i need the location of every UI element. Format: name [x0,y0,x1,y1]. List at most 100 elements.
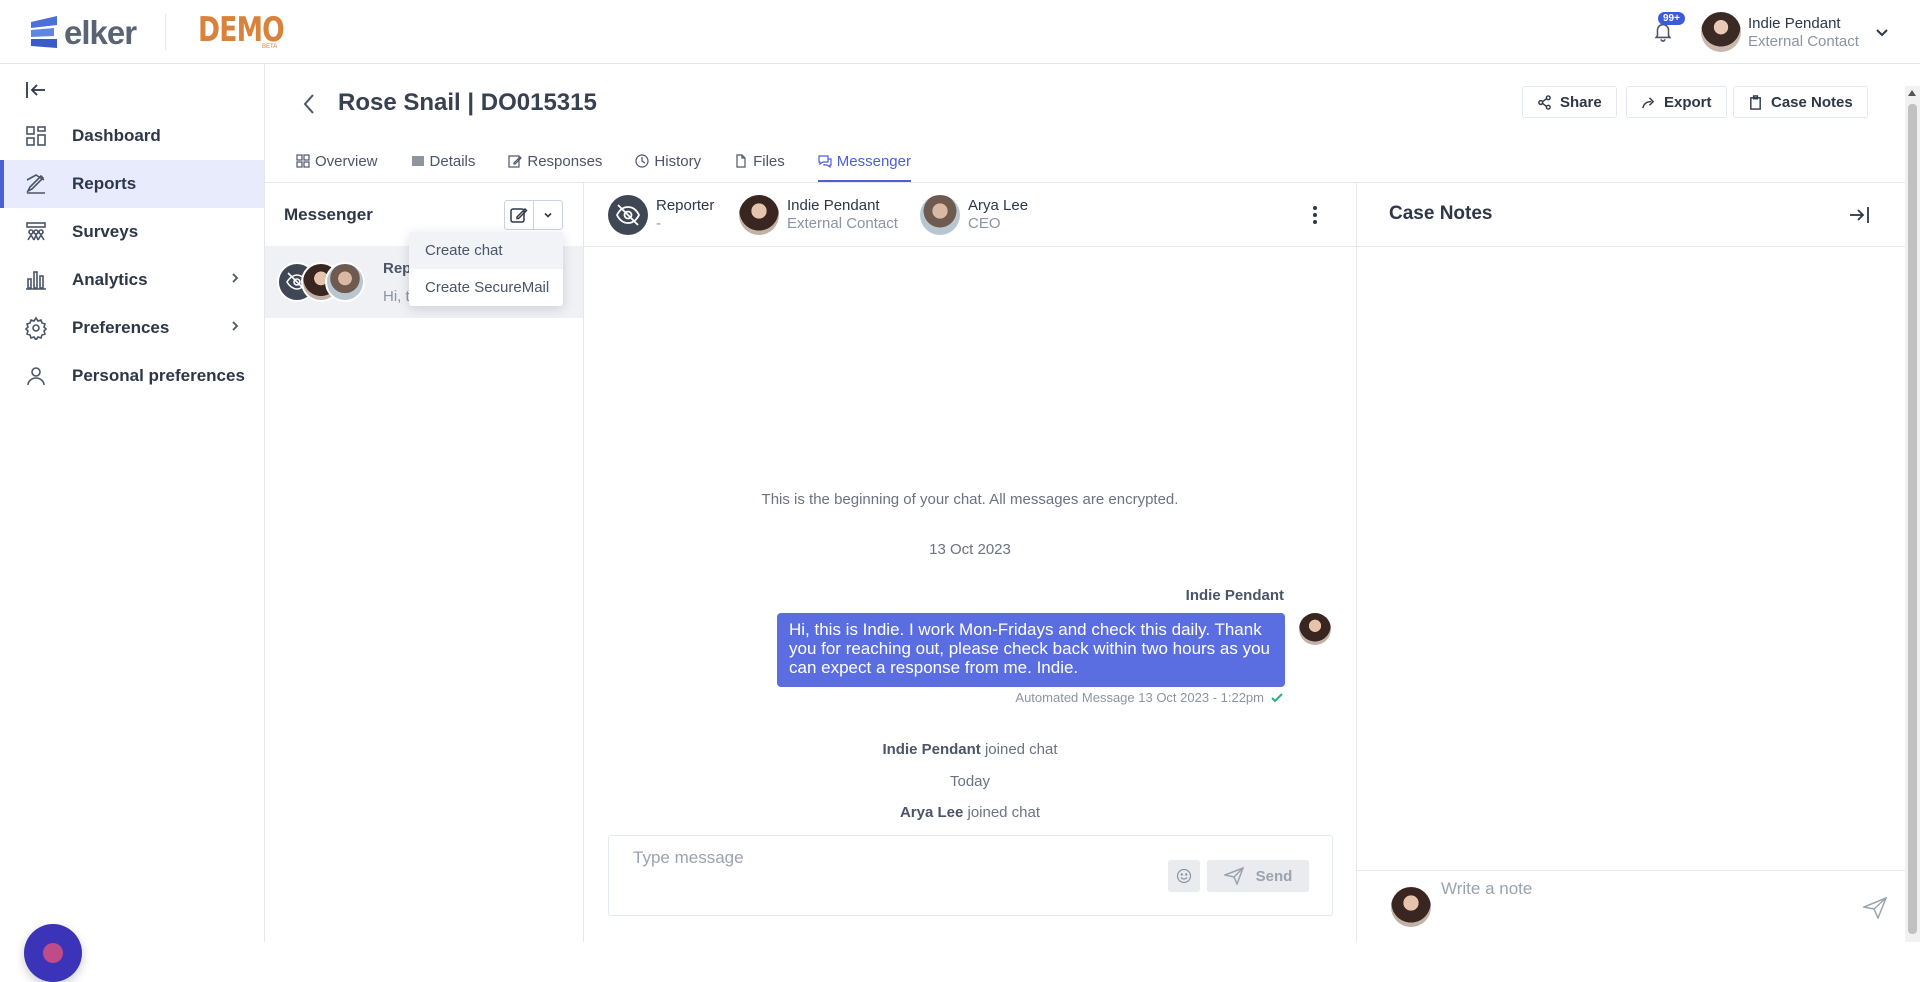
message-sender-avatar [1299,613,1331,645]
sidebar-item-reports[interactable]: Reports [0,160,264,208]
tab-label: History [654,152,702,170]
send-button[interactable]: Send [1207,860,1309,892]
collapse-panel-icon[interactable] [1847,203,1871,227]
joined-suffix: joined chat [980,741,1058,758]
grid-icon [24,124,48,148]
sidebar-item-label: Reports [72,174,137,193]
bar-chart-icon [24,268,48,292]
participant-name: Indie Pendant [787,197,880,214]
gear-icon [24,316,48,340]
user-role: External Contact [1748,33,1859,50]
scrollbar-thumb[interactable] [1908,104,1917,934]
share-label: Share [1560,93,1602,111]
tab-messenger[interactable]: Messenger [817,140,912,182]
joined-chat-notice: Indie Pendant joined chat [584,741,1356,758]
case-notes-label: Case Notes [1771,93,1853,111]
tab-label: Messenger [836,152,911,170]
participant-avatar [920,195,960,235]
sidebar-item-label: Surveys [72,222,139,241]
joined-name: Indie Pendant [882,741,981,758]
participant-name: Reporter [656,197,715,214]
chat-date-separator: 13 Oct 2023 [929,541,1011,558]
sidebar-item-surveys[interactable]: Surveys [0,208,264,256]
anonymous-reporter-avatar [608,195,648,235]
tab-label: Responses [527,152,603,170]
user-name[interactable]: Indie Pendant [1748,15,1841,32]
case-notes-panel: Case Notes [1357,183,1905,942]
list-icon [411,154,425,168]
page-title: Rose Snail | DO015315 [338,89,597,116]
person-icon [24,364,48,388]
chat-date-separator: Today [949,773,991,790]
logo-divider [165,14,166,50]
logo-mark-icon [28,16,60,50]
case-notes-compose [1357,870,1905,942]
message-compose-box: Send [608,835,1333,916]
page-scrollbar[interactable] [1905,86,1920,942]
tab-files[interactable]: Files [734,140,785,182]
help-chat-fab[interactable] [24,924,82,982]
paper-plane-icon[interactable] [1863,897,1887,919]
emoji-button[interactable] [1168,860,1200,892]
more-options-icon[interactable] [1312,205,1318,225]
message-bubble: Hi, this is Indie. I work Mon-Fridays an… [777,613,1285,687]
chevron-down-icon[interactable] [1874,24,1890,40]
back-arrow-icon[interactable] [300,92,320,116]
tab-label: Files [753,152,785,170]
user-avatar [1391,887,1431,927]
tab-details[interactable]: Details [411,140,476,182]
participant-role: - [656,215,661,232]
participant-role: CEO [968,215,1001,232]
compose-button-group [504,200,563,230]
export-button[interactable]: Export [1626,86,1727,118]
chat-beginning-note: This is the beginning of your chat. All … [761,491,1179,508]
tab-label: Overview [315,152,378,170]
tab-overview[interactable]: Overview [296,140,378,182]
share-button[interactable]: Share [1522,86,1617,118]
case-notes-header: Case Notes [1357,183,1905,247]
elker-logo[interactable]: elker [28,14,137,52]
message-input[interactable] [633,848,1133,868]
message-meta: Automated Message 13 Oct 2023 - 1:22pm [1015,690,1284,705]
chat-icon [818,154,832,168]
tab-history[interactable]: History [635,140,701,182]
tab-label: Details [429,152,476,170]
sidebar-item-dashboard[interactable]: Dashboard [0,112,264,160]
tab-responses[interactable]: Responses [508,140,602,182]
sidebar-item-analytics[interactable]: Analytics [0,256,264,304]
participant-role: External Contact [787,215,898,232]
file-icon [734,154,748,168]
chat-participants-header: Reporter - Indie Pendant External Contac… [584,183,1356,247]
chat-list-item-name: Rep [383,260,412,277]
sidebar-item-preferences[interactable]: Preferences [0,304,264,352]
scroll-up-arrow-icon[interactable] [1908,90,1916,96]
case-notes-button[interactable]: Case Notes [1733,86,1868,118]
new-chat-button[interactable] [505,201,535,229]
reports-icon [24,172,48,196]
compose-icon [509,205,529,225]
export-label: Export [1664,93,1712,111]
messenger-list-title: Messenger [284,205,373,224]
overview-icon [296,154,310,168]
sidebar-item-label: Preferences [72,318,170,337]
history-icon [635,154,650,168]
collapse-sidebar-icon[interactable] [24,78,48,102]
share-icon [1537,94,1552,110]
logo-text: elker [64,14,137,51]
demo-sub-label: BETA [262,44,278,50]
user-avatar[interactable] [1701,12,1741,52]
sidebar: Dashboard Reports Surveys Analytics Pref… [0,64,265,982]
surveys-icon [24,220,48,244]
participant-avatar [739,195,779,235]
chat-list-item-preview: Hi, t [383,288,410,305]
checkmark-icon [1270,692,1284,704]
create-chat-menu-item[interactable]: Create chat [409,232,563,269]
create-securemail-menu-item[interactable]: Create SecureMail [409,269,563,306]
case-notes-title: Case Notes [1389,203,1493,224]
joined-name: Arya Lee [899,804,964,821]
sidebar-item-label: Dashboard [72,126,161,145]
new-chat-dropdown-toggle[interactable] [534,201,562,229]
sidebar-item-personal-preferences[interactable]: Personal preferences [0,352,264,400]
note-input[interactable] [1441,879,1841,899]
tab-bar: Overview Details Responses History Files… [296,140,944,182]
